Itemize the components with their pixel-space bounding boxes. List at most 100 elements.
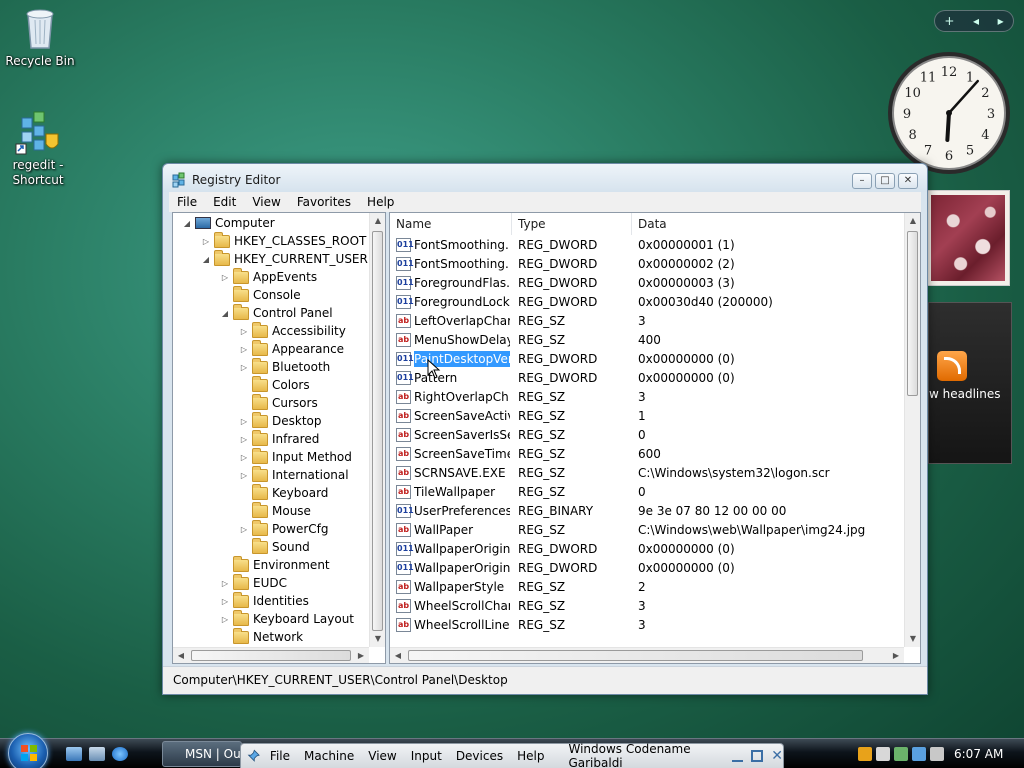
expand-toggle-icon[interactable]: ▷: [200, 237, 212, 246]
slideshow-gadget[interactable]: [926, 190, 1010, 286]
tree-scroll-left-icon[interactable]: ◀: [173, 648, 189, 663]
expand-toggle-icon[interactable]: ▷: [238, 417, 250, 426]
pin-icon[interactable]: [247, 748, 260, 764]
tree-item[interactable]: ▷ AppEvents: [219, 267, 317, 286]
column-header-name[interactable]: Name: [390, 213, 512, 235]
clock-time[interactable]: 6:07 AM: [954, 747, 1003, 761]
vbox-menu-help[interactable]: Help: [517, 749, 544, 763]
prev-gadget-button[interactable]: ◂: [973, 14, 979, 28]
value-list[interactable]: Name Type Data 011 FontSmoothing... REG_DW…: [389, 212, 921, 664]
vbox-menu-devices[interactable]: Devices: [456, 749, 503, 763]
value-row[interactable]: 011 ForegroundFlas... REG_DWORD 0x00000003 …: [390, 274, 895, 293]
tray-app-icon[interactable]: [894, 747, 908, 761]
value-row[interactable]: 011 WallpaperOriginX REG_DWORD 0x00000000 (…: [390, 540, 895, 559]
vbox-menu-file[interactable]: File: [270, 749, 290, 763]
menu-favorites[interactable]: Favorites: [289, 195, 359, 209]
expand-toggle-icon[interactable]: ◢: [219, 309, 231, 318]
list-scroll-thumb[interactable]: [907, 231, 918, 396]
menu-file[interactable]: File: [169, 195, 205, 209]
list-scroll-left-icon[interactable]: ◀: [390, 648, 406, 663]
value-row[interactable]: 011UserPreferences... REG_BINARY 9e 3e 07 …: [390, 502, 895, 521]
tree-item[interactable]: ◢ HKEY_CURRENT_USER: [200, 249, 368, 268]
value-row[interactable]: ab LeftOverlapChars REG_SZ 3: [390, 312, 895, 331]
value-row[interactable]: 011ForegroundLock... REG_DWORD 0x00030d40 …: [390, 293, 895, 312]
vbox-menu-machine[interactable]: Machine: [304, 749, 354, 763]
feed-headlines-gadget[interactable]: w headlines: [928, 302, 1012, 464]
value-row[interactable]: 011PaintDesktopVer...REG_DWORD0x00000000…: [390, 350, 895, 369]
tree-item[interactable]: ▷ Infrared: [238, 429, 319, 448]
tree-item[interactable]: ▷ Identities: [219, 591, 309, 610]
tree-item[interactable]: ▷ Desktop: [238, 411, 322, 430]
menu-edit[interactable]: Edit: [205, 195, 244, 209]
value-row[interactable]: ab RightOverlapCh... REG_SZ 3: [390, 388, 895, 407]
regedit-shortcut[interactable]: regedit - Shortcut: [0, 108, 78, 188]
menu-help[interactable]: Help: [359, 195, 402, 209]
value-row[interactable]: ab WallpaperStyle REG_SZ 2: [390, 578, 895, 597]
tree-item[interactable]: Cursors: [238, 393, 318, 412]
value-row[interactable]: 011 WallpaperOriginY REG_DWORD 0x00000000 (…: [390, 559, 895, 578]
volume-icon[interactable]: [930, 747, 944, 761]
switch-windows-icon[interactable]: [89, 747, 105, 761]
show-desktop-icon[interactable]: [66, 747, 82, 761]
value-row[interactable]: ab SCRNSAVE.EXE REG_SZ C:\Windows\system32\…: [390, 464, 895, 483]
value-row[interactable]: abScreenSaveTime... REG_SZ 600: [390, 445, 895, 464]
tree-scroll-up-icon[interactable]: ▲: [370, 213, 385, 229]
expand-toggle-icon[interactable]: ▷: [238, 453, 250, 462]
vbox-minimize-icon[interactable]: [731, 750, 744, 762]
close-button[interactable]: ✕: [898, 173, 918, 189]
value-row[interactable]: ab MenuShowDelay REG_SZ 400: [390, 331, 895, 350]
internet-explorer-icon[interactable]: [112, 747, 128, 761]
usb-icon[interactable]: [876, 747, 890, 761]
expand-toggle-icon[interactable]: ▷: [219, 579, 231, 588]
list-horizontal-scrollbar[interactable]: ◀ ▶: [390, 647, 904, 663]
start-button[interactable]: [8, 733, 48, 768]
value-row[interactable]: 011PatternREG_DWORD0x00000000 (0): [390, 369, 895, 388]
expand-toggle-icon[interactable]: ◢: [181, 219, 193, 228]
value-row[interactable]: ab WallPaper REG_SZ C:\Windows\web\Wallpape…: [390, 521, 895, 540]
tree-item[interactable]: Network: [219, 627, 303, 646]
list-scroll-up-icon[interactable]: ▲: [905, 213, 920, 229]
add-gadget-button[interactable]: +: [944, 14, 954, 28]
next-gadget-button[interactable]: ▸: [998, 14, 1004, 28]
tree-scroll-down-icon[interactable]: ▼: [370, 631, 385, 647]
value-row[interactable]: abScreenSaverIsSe... REG_SZ 0: [390, 426, 895, 445]
tree-item[interactable]: ◢ Control Panel: [219, 303, 333, 322]
vbox-menu-view[interactable]: View: [368, 749, 396, 763]
tree-item[interactable]: Sound: [238, 537, 310, 556]
tree-item[interactable]: ▷ Bluetooth: [238, 357, 330, 376]
tree-item[interactable]: ◢ Computer: [181, 214, 275, 232]
tree-item[interactable]: Colors: [238, 375, 310, 394]
expand-toggle-icon[interactable]: ▷: [238, 345, 250, 354]
column-header-type[interactable]: Type: [512, 213, 632, 235]
tree-hscroll-thumb[interactable]: [191, 650, 351, 661]
vbox-menu-input[interactable]: Input: [411, 749, 442, 763]
expand-toggle-icon[interactable]: ▷: [238, 435, 250, 444]
tree-item[interactable]: Keyboard: [238, 483, 328, 502]
list-vertical-scrollbar[interactable]: ▲ ▼: [904, 213, 920, 647]
menu-view[interactable]: View: [244, 195, 288, 209]
value-row[interactable]: ab TileWallpaper REG_SZ 0: [390, 483, 895, 502]
recycle-bin-shortcut[interactable]: Recycle Bin: [0, 4, 80, 69]
tree-vertical-scrollbar[interactable]: ▲ ▼: [369, 213, 385, 647]
tree-item[interactable]: ▷ PowerCfg: [238, 519, 329, 538]
security-shield-icon[interactable]: [858, 747, 872, 761]
expand-toggle-icon[interactable]: ▷: [219, 273, 231, 282]
value-row[interactable]: ab WheelScrollLines REG_SZ 3: [390, 616, 895, 635]
key-tree[interactable]: ◢ Computer ▷ HKEY_CLASSES_ROOT ◢ HKEY_CURRENT…: [172, 212, 386, 664]
taskbar-button-msn[interactable]: MSN | Ou: [162, 741, 242, 767]
expand-toggle-icon[interactable]: ▷: [219, 615, 231, 624]
minimize-button[interactable]: –: [852, 173, 872, 189]
expand-toggle-icon[interactable]: ◢: [200, 255, 212, 264]
tree-scroll-thumb[interactable]: [372, 231, 383, 631]
clock-gadget[interactable]: 1234567891011 12: [886, 50, 1012, 176]
tree-scroll-right-icon[interactable]: ▶: [353, 648, 369, 663]
title-bar[interactable]: Registry Editor – □ ✕: [163, 164, 927, 192]
list-scroll-right-icon[interactable]: ▶: [888, 648, 904, 663]
expand-toggle-icon[interactable]: ▷: [238, 363, 250, 372]
tree-item[interactable]: Environment: [219, 555, 330, 574]
tree-item[interactable]: ▷ Input Method: [238, 447, 352, 466]
expand-toggle-icon[interactable]: ▷: [238, 525, 250, 534]
vbox-close-icon[interactable]: ✕: [771, 748, 783, 764]
list-scroll-down-icon[interactable]: ▼: [905, 631, 920, 647]
tree-item[interactable]: ▷ Keyboard Layout: [219, 609, 354, 628]
